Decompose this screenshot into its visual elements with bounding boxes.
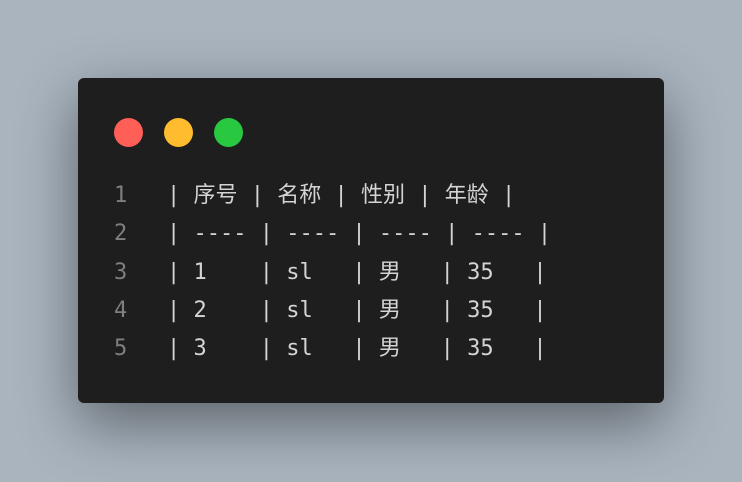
line-text: | 3 | sl | 男 | 35 | xyxy=(167,336,547,362)
line-number: 4 xyxy=(114,297,128,323)
code-line: 2 | ---- | ---- | ---- | ---- | xyxy=(114,215,551,253)
code-window: 1 | 序号 | 名称 | 性别 | 年龄 | 2 | ---- | ---- | … xyxy=(78,78,664,403)
line-text: | 序号 | 名称 | 性别 | 年龄 | xyxy=(167,183,516,208)
line-number: 1 xyxy=(114,183,128,208)
code-line: 5 | 3 | sl | 男 | 35 | xyxy=(114,330,551,368)
close-button[interactable] xyxy=(114,118,143,147)
line-text: | ---- | ---- | ---- | ---- | xyxy=(167,221,552,247)
line-text: | 2 | sl | 男 | 35 | xyxy=(167,297,547,323)
code-line: 4 | 2 | sl | 男 | 35 | xyxy=(114,292,551,330)
line-number: 3 xyxy=(114,259,128,285)
minimize-button[interactable] xyxy=(164,118,193,147)
line-number: 2 xyxy=(114,221,128,247)
code-line: 1 | 序号 | 名称 | 性别 | 年龄 | xyxy=(114,177,551,215)
code-line: 3 | 1 | sl | 男 | 35 | xyxy=(114,254,551,292)
line-number: 5 xyxy=(114,336,128,362)
maximize-button[interactable] xyxy=(214,118,243,147)
code-block: 1 | 序号 | 名称 | 性别 | 年龄 | 2 | ---- | ---- | … xyxy=(114,177,551,368)
line-text: | 1 | sl | 男 | 35 | xyxy=(167,259,547,285)
